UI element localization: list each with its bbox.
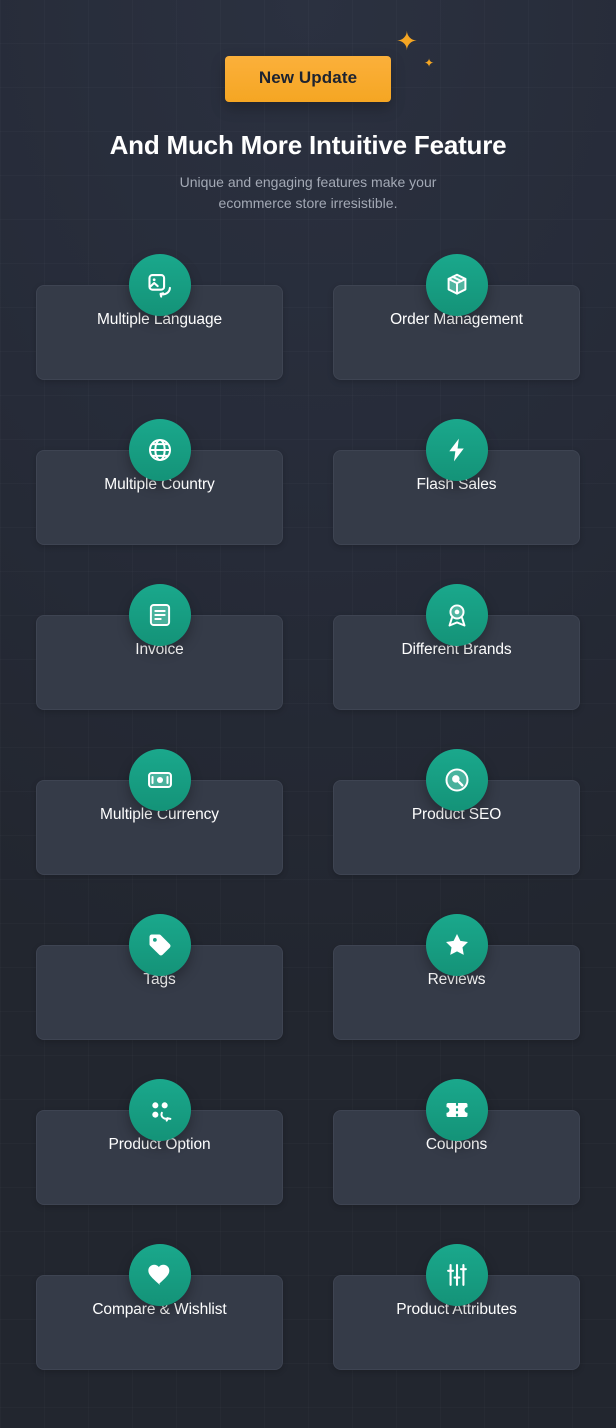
star-icon (425, 914, 488, 976)
image-language-icon (128, 254, 191, 316)
feature-card-invoice[interactable]: Invoice (36, 584, 283, 710)
sliders-icon (425, 1244, 488, 1306)
feature-card-product-attributes[interactable]: Product Attributes (333, 1244, 580, 1370)
heart-icon (128, 1244, 191, 1306)
new-update-badge: New Update (0, 56, 616, 102)
options-dots-icon (128, 1079, 191, 1141)
feature-card-tags[interactable]: Tags (36, 914, 283, 1040)
page-subtitle: Unique and engaging features make your e… (0, 172, 616, 214)
feature-card-multiple-language[interactable]: Multiple Language (36, 254, 283, 380)
lightning-bolt-icon (425, 419, 488, 481)
feature-card-order-management[interactable]: Order Management (333, 254, 580, 380)
features-grid: Multiple Language Order Management Multi… (36, 254, 580, 1370)
sparkle-large-icon: ✦ (396, 26, 418, 56)
feature-card-coupons[interactable]: Coupons (333, 1079, 580, 1205)
feature-card-flash-sales[interactable]: Flash Sales (333, 419, 580, 545)
feature-card-compare-wishlist[interactable]: Compare & Wishlist (36, 1244, 283, 1370)
new-update-badge-label: New Update (224, 56, 392, 102)
magnifier-circle-icon (425, 749, 488, 811)
feature-card-product-seo[interactable]: Product SEO (333, 749, 580, 875)
invoice-document-icon (128, 584, 191, 646)
feature-card-multiple-currency[interactable]: Multiple Currency (36, 749, 283, 875)
page-root: ✦ ✦ New Update And Much More Intuitive F… (0, 0, 616, 1428)
feature-card-multiple-country[interactable]: Multiple Country (36, 419, 283, 545)
feature-card-reviews[interactable]: Reviews (333, 914, 580, 1040)
page-subtitle-line1: Unique and engaging features make your (179, 174, 437, 190)
feature-card-different-brands[interactable]: Different Brands (333, 584, 580, 710)
tag-icon (128, 914, 191, 976)
box-package-icon (425, 254, 488, 316)
banknote-currency-icon (128, 749, 191, 811)
feature-card-product-option[interactable]: Product Option (36, 1079, 283, 1205)
ticket-coupon-icon (425, 1079, 488, 1141)
award-badge-icon (425, 584, 488, 646)
page-title: And Much More Intuitive Feature (109, 130, 507, 160)
page-subtitle-line2: ecommerce store irresistible. (218, 195, 398, 211)
globe-icon (128, 419, 191, 481)
